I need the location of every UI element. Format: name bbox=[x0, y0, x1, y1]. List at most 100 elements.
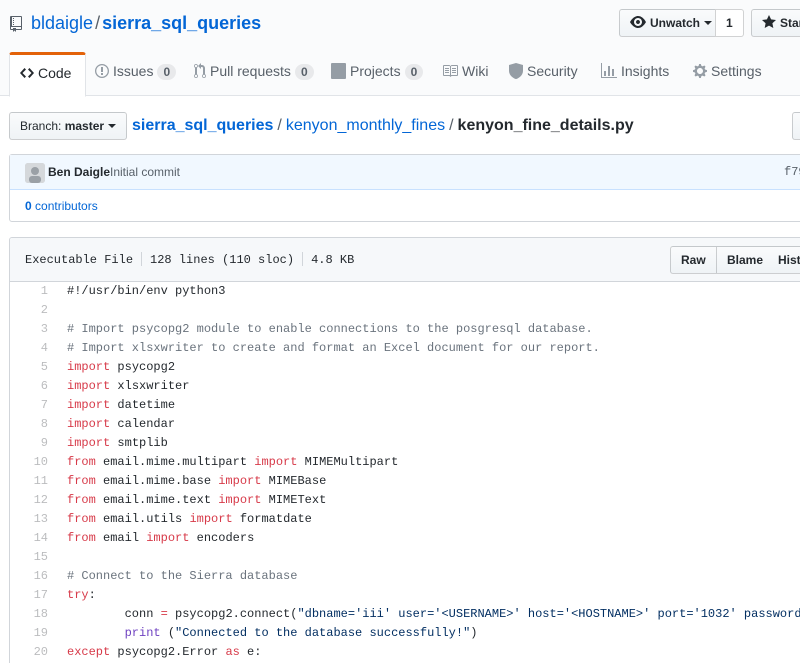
shield-icon bbox=[509, 63, 523, 79]
star-button[interactable]: Star bbox=[751, 9, 800, 37]
code-icon bbox=[20, 68, 34, 78]
graph-icon bbox=[601, 63, 617, 78]
line-code: from email.mime.base import MIMEBase bbox=[67, 472, 326, 491]
line-number[interactable]: 14 bbox=[10, 529, 48, 548]
branch-select-button[interactable]: Branch: master bbox=[9, 112, 128, 140]
line-code: # Import psycopg2 module to enable conne… bbox=[67, 320, 593, 339]
commit-tease: Ben Daigle Initial commit f79 0 contribu… bbox=[9, 154, 800, 222]
repo-name-link[interactable]: sierra_sql_queries bbox=[102, 13, 261, 33]
breadcrumb-separator: / bbox=[277, 117, 282, 134]
line-number[interactable]: 4 bbox=[10, 339, 48, 358]
contributors-link[interactable]: 0 contributors bbox=[25, 199, 98, 213]
issue-icon bbox=[95, 64, 109, 78]
code-token: from bbox=[67, 493, 96, 507]
line-number[interactable]: 1 bbox=[10, 282, 48, 301]
star-icon bbox=[762, 15, 776, 28]
line-code: try: bbox=[67, 586, 96, 605]
code-line: 4 # Import xlsxwriter to create and forma… bbox=[10, 339, 800, 358]
commit-message-link[interactable]: Initial commit bbox=[110, 165, 180, 179]
code-line: 17 try: bbox=[10, 586, 800, 605]
line-code: from email import encoders bbox=[67, 529, 254, 548]
line-number[interactable]: 9 bbox=[10, 434, 48, 453]
blame-button[interactable]: Blame bbox=[717, 246, 775, 274]
repo-nav-tabs: Code Issues 0 Pull requests 0 Projects 0 Wi… bbox=[0, 52, 800, 97]
project-icon bbox=[331, 63, 346, 79]
line-number[interactable]: 6 bbox=[10, 377, 48, 396]
line-number[interactable]: 20 bbox=[10, 643, 48, 662]
line-number[interactable]: 15 bbox=[10, 548, 48, 567]
line-number[interactable]: 5 bbox=[10, 358, 48, 377]
line-number[interactable]: 16 bbox=[10, 567, 48, 586]
tab-pull-requests[interactable]: Pull requests 0 bbox=[188, 52, 320, 96]
line-code: conn = psycopg2.connect("dbname='iii' us… bbox=[67, 605, 800, 624]
code-token: MIMEBase bbox=[261, 474, 327, 488]
eye-icon bbox=[630, 16, 646, 28]
commit-author-link[interactable]: Ben Daigle bbox=[48, 165, 110, 179]
code-line: 3 # Import psycopg2 module to enable conn… bbox=[10, 320, 800, 339]
gear-icon bbox=[693, 64, 707, 78]
tab-code[interactable]: Code bbox=[9, 52, 87, 97]
commit-sha-link[interactable]: f79 bbox=[784, 165, 800, 179]
tab-settings-label: Settings bbox=[711, 63, 762, 79]
line-code: from email.utils import formatdate bbox=[67, 510, 312, 529]
line-number[interactable]: 19 bbox=[10, 624, 48, 643]
tab-wiki[interactable]: Wiki bbox=[436, 52, 494, 96]
watch-count[interactable]: 1 bbox=[715, 9, 744, 37]
line-code: print ("Connected to the database succes… bbox=[67, 624, 478, 643]
code-token: # Import psycopg2 module to enable conne… bbox=[67, 322, 593, 336]
avatar[interactable] bbox=[25, 163, 45, 183]
code-line: 5 import psycopg2 bbox=[10, 358, 800, 377]
line-number[interactable]: 7 bbox=[10, 396, 48, 415]
tab-issues-label: Issues bbox=[113, 63, 154, 79]
tab-projects[interactable]: Projects 0 bbox=[325, 52, 429, 96]
breadcrumb-repo-link[interactable]: sierra_sql_queries bbox=[132, 117, 273, 134]
unwatch-button[interactable]: Unwatch bbox=[619, 9, 724, 37]
code-token: # Import xlsxwriter to create and format… bbox=[67, 341, 600, 355]
code-token: conn bbox=[67, 607, 161, 621]
chevron-down-icon bbox=[108, 124, 117, 128]
star-label: Star bbox=[780, 16, 800, 30]
contributors-label: contributors bbox=[35, 199, 98, 213]
breadcrumb: sierra_sql_queries / kenyon_monthly_fines /… bbox=[132, 114, 634, 138]
find-file-button[interactable] bbox=[792, 112, 800, 140]
tab-insights[interactable]: Insights bbox=[595, 52, 675, 96]
line-number[interactable]: 17 bbox=[10, 586, 48, 605]
line-number[interactable]: 18 bbox=[10, 605, 48, 624]
line-number[interactable]: 12 bbox=[10, 491, 48, 510]
code-token: calendar bbox=[110, 417, 176, 431]
tab-insights-label: Insights bbox=[621, 63, 670, 79]
repo-title: bldaigle / sierra_sql_queries bbox=[10, 11, 261, 35]
code-token: email.utils bbox=[95, 512, 190, 526]
line-code: import smtplib bbox=[67, 434, 168, 453]
code-token: #!/usr/bin/env python3 bbox=[67, 284, 226, 298]
line-code: import calendar bbox=[67, 415, 175, 434]
history-button[interactable]: History bbox=[768, 246, 800, 274]
issues-count-badge: 0 bbox=[157, 64, 177, 80]
tab-security[interactable]: Security bbox=[503, 52, 584, 96]
code-token: email.mime.text bbox=[95, 493, 219, 507]
code-line: 2 bbox=[10, 301, 800, 320]
branch-prefix: Branch: bbox=[20, 119, 62, 133]
code-token: import bbox=[67, 398, 111, 412]
code-line: 10 from email.mime.multipart import MIMEM… bbox=[10, 453, 800, 472]
line-number[interactable]: 3 bbox=[10, 320, 48, 339]
tab-issues[interactable]: Issues 0 bbox=[89, 52, 182, 96]
tab-wiki-label: Wiki bbox=[462, 63, 489, 79]
breadcrumb-folder-link[interactable]: kenyon_monthly_fines bbox=[286, 117, 445, 134]
line-number[interactable]: 2 bbox=[10, 301, 48, 320]
line-number[interactable]: 11 bbox=[10, 472, 48, 491]
line-number[interactable]: 10 bbox=[10, 453, 48, 472]
code-token: from bbox=[67, 531, 96, 545]
code-token: : bbox=[88, 588, 96, 602]
tab-settings[interactable]: Settings bbox=[687, 52, 768, 96]
repo-owner-link[interactable]: bldaigle bbox=[31, 13, 93, 33]
line-number[interactable]: 8 bbox=[10, 415, 48, 434]
file-viewer: Executable File 128 lines (110 sloc) 4.8 K… bbox=[9, 237, 800, 663]
code-token: formatdate bbox=[232, 512, 312, 526]
code-line: 9 import smtplib bbox=[10, 434, 800, 453]
raw-button[interactable]: Raw bbox=[670, 246, 717, 274]
line-number[interactable]: 13 bbox=[10, 510, 48, 529]
breadcrumb-separator: / bbox=[449, 117, 454, 134]
code-token: datetime bbox=[110, 398, 176, 412]
unwatch-label: Unwatch bbox=[650, 16, 701, 30]
